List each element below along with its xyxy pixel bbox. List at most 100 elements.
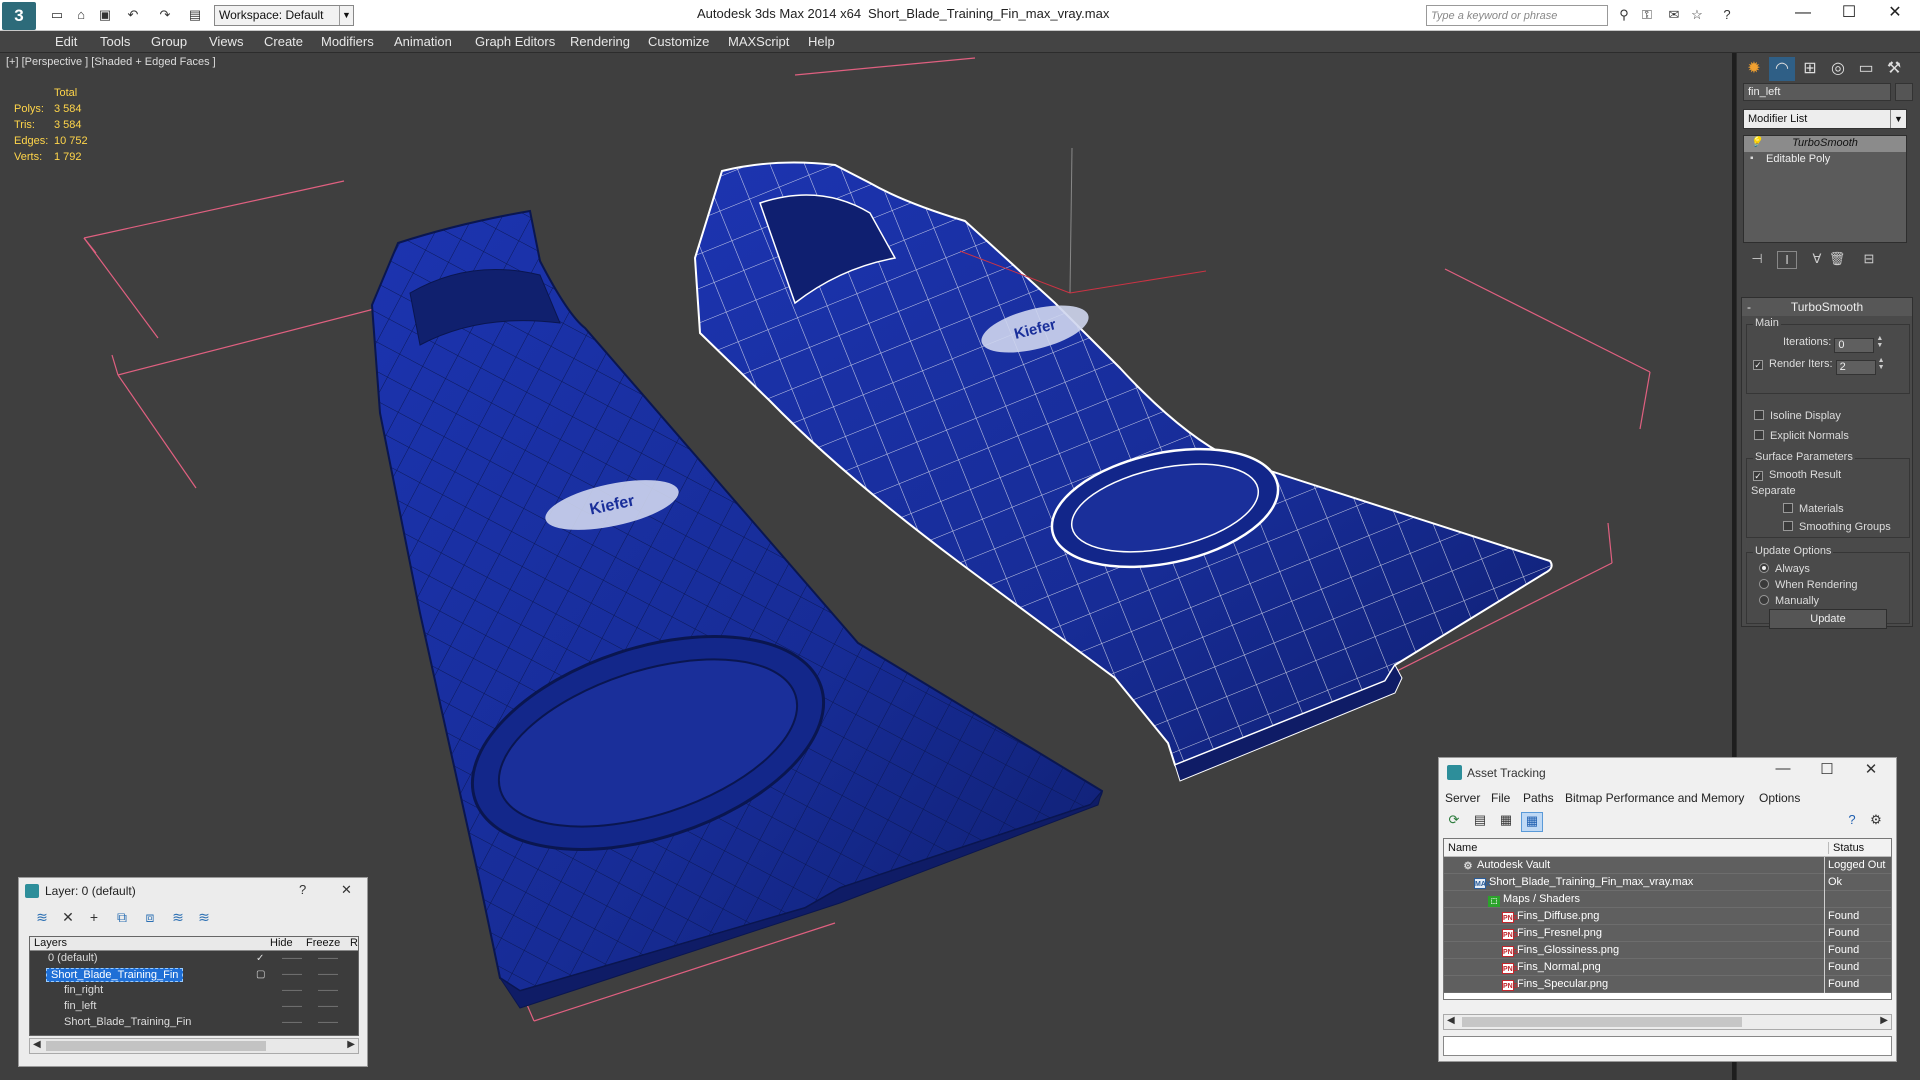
communication-icon[interactable]: ✉ xyxy=(1665,6,1683,24)
menu-customize[interactable]: Customize xyxy=(648,34,709,49)
menu-views[interactable]: Views xyxy=(209,34,243,49)
menu-paths[interactable]: Paths xyxy=(1523,791,1554,805)
highlight-layer-icon[interactable]: ≋ xyxy=(167,909,189,929)
smooth-result-checkbox[interactable]: ✓ xyxy=(1753,471,1763,481)
add-layer-icon[interactable]: + xyxy=(83,909,105,929)
menu-rendering[interactable]: Rendering xyxy=(570,34,630,49)
workspace-dropdown[interactable]: Workspace: Default ▼ xyxy=(214,5,354,26)
menu-options[interactable]: Options xyxy=(1759,791,1800,805)
freeze-toggle[interactable]: —— xyxy=(318,953,338,964)
stack-item-editable-poly[interactable]: ▪ Editable Poly xyxy=(1744,152,1906,168)
menu-group[interactable]: Group xyxy=(151,34,187,49)
asset-row-png[interactable]: PNGFins_Fresnel.png Found xyxy=(1444,925,1891,942)
asset-row-png[interactable]: PNGFins_Normal.png Found xyxy=(1444,959,1891,976)
explicit-normals-checkbox[interactable] xyxy=(1754,430,1764,440)
menu-bitmap-performance[interactable]: Bitmap Performance and Memory xyxy=(1565,791,1744,805)
render-iters-checkbox[interactable]: ✓ xyxy=(1753,360,1763,370)
menu-server[interactable]: Server xyxy=(1445,791,1480,805)
motion-tab-icon[interactable]: ◎ xyxy=(1825,57,1851,81)
refresh-icon[interactable]: ⟳ xyxy=(1443,812,1465,832)
scroll-thumb[interactable] xyxy=(46,1041,266,1051)
scroll-left-icon[interactable]: ◀ xyxy=(33,1039,41,1050)
layer-row[interactable]: Short_Blade_Training_Fin ▢ —— —— xyxy=(30,967,358,983)
project-folder-icon[interactable]: ▤ xyxy=(186,6,204,24)
select-objects-icon[interactable]: ⧈ xyxy=(139,909,161,929)
app-logo-icon[interactable]: 3 xyxy=(2,2,36,30)
manually-radio[interactable] xyxy=(1759,595,1769,605)
new-file-icon[interactable]: ▭ xyxy=(48,6,66,24)
hide-toggle[interactable]: —— xyxy=(282,953,302,964)
scroll-right-icon[interactable]: ▶ xyxy=(1880,1015,1888,1026)
close-icon[interactable]: ✕ xyxy=(1849,760,1893,778)
open-file-icon[interactable]: ⌂ xyxy=(72,6,90,24)
active-box-icon[interactable]: ▢ xyxy=(256,969,265,980)
isoline-checkbox[interactable] xyxy=(1754,410,1764,420)
grid-view-icon[interactable]: ▦ xyxy=(1521,812,1543,832)
scroll-thumb[interactable] xyxy=(1462,1017,1742,1027)
always-radio[interactable] xyxy=(1759,563,1769,573)
asset-row-maps[interactable]: ⬚ Maps / Shaders xyxy=(1444,891,1891,908)
active-check-icon[interactable]: ✓ xyxy=(256,953,264,964)
minimize-icon[interactable]: — xyxy=(1780,0,1826,28)
make-unique-icon[interactable]: ∀ xyxy=(1807,251,1827,269)
modifier-stack[interactable]: 💡 TurboSmooth ▪ Editable Poly xyxy=(1743,135,1907,243)
col-status[interactable]: Status xyxy=(1828,842,1864,854)
freeze-toggle[interactable]: —— xyxy=(318,1001,338,1012)
menu-create[interactable]: Create xyxy=(264,34,303,49)
modifier-list-dropdown[interactable]: Modifier List ▼ xyxy=(1743,109,1907,129)
minimize-icon[interactable]: — xyxy=(1761,760,1805,777)
asset-horizontal-scrollbar[interactable]: ◀ ▶ xyxy=(1443,1014,1892,1030)
help-icon[interactable]: ? xyxy=(1841,812,1863,832)
layer-row[interactable]: fin_right —— —— xyxy=(30,983,358,999)
redo-icon[interactable]: ↷ xyxy=(156,6,174,24)
list-view-icon[interactable]: ▤ xyxy=(1469,812,1491,832)
hide-toggle[interactable]: —— xyxy=(282,985,302,996)
menu-maxscript[interactable]: MAXScript xyxy=(728,34,789,49)
asset-row-png[interactable]: PNGFins_Diffuse.png Found xyxy=(1444,908,1891,925)
col-name[interactable]: Name xyxy=(1448,842,1477,854)
binoculars-icon[interactable]: ⚲ xyxy=(1615,6,1633,24)
materials-checkbox[interactable] xyxy=(1783,503,1793,513)
iterations-spinner[interactable]: 0 xyxy=(1834,338,1875,353)
when-rendering-radio[interactable] xyxy=(1759,579,1769,589)
help-icon[interactable]: ? xyxy=(299,882,306,897)
lightbulb-icon[interactable]: 💡 xyxy=(1750,137,1762,148)
freeze-toggle[interactable]: —— xyxy=(318,985,338,996)
scroll-right-icon[interactable]: ▶ xyxy=(347,1039,355,1050)
layer-row[interactable]: Short_Blade_Training_Fin —— —— xyxy=(30,1015,358,1031)
render-iters-spinner[interactable]: 2 xyxy=(1835,360,1876,375)
hide-toggle[interactable]: —— xyxy=(282,1017,302,1028)
close-icon[interactable]: ✕ xyxy=(341,882,352,898)
menu-tools[interactable]: Tools xyxy=(100,34,130,49)
delete-layer-icon[interactable]: ✕ xyxy=(57,909,79,929)
layer-row[interactable]: 0 (default) ✓ —— —— xyxy=(30,951,358,967)
object-name-field[interactable]: fin_left xyxy=(1743,83,1891,101)
menu-graph-editors[interactable]: Graph Editors xyxy=(475,34,555,49)
update-button[interactable]: Update xyxy=(1769,609,1887,629)
subscription-icon[interactable]: ⚿ xyxy=(1638,6,1656,24)
favorites-star-icon[interactable]: ☆ xyxy=(1688,6,1706,24)
undo-icon[interactable]: ↶ xyxy=(124,6,142,24)
col-layers[interactable]: Layers xyxy=(34,937,67,949)
spinner-arrows-icon[interactable]: ▲ ▼ xyxy=(1876,335,1884,349)
hide-toggle[interactable]: —— xyxy=(282,1001,302,1012)
search-input[interactable] xyxy=(1426,5,1608,26)
asset-row-max[interactable]: MAXShort_Blade_Training_Fin_max_vray.max… xyxy=(1444,874,1891,891)
viewport-label[interactable]: [+] [Perspective ] [Shaded + Edged Faces… xyxy=(6,56,216,68)
maximize-icon[interactable]: ☐ xyxy=(1805,760,1849,778)
help-icon[interactable]: ? xyxy=(1718,6,1736,24)
menu-file[interactable]: File xyxy=(1491,791,1510,805)
scroll-left-icon[interactable]: ◀ xyxy=(1447,1015,1455,1026)
menu-help[interactable]: Help xyxy=(808,34,835,49)
col-render[interactable]: R xyxy=(350,937,358,949)
object-color-swatch[interactable] xyxy=(1895,83,1913,101)
spinner-arrows-icon[interactable]: ▲ ▼ xyxy=(1878,357,1886,371)
layer-horizontal-scrollbar[interactable]: ◀ ▶ xyxy=(29,1038,359,1054)
show-end-result-icon[interactable]: I xyxy=(1777,251,1797,269)
asset-window-titlebar[interactable]: Asset Tracking — ☐ ✕ xyxy=(1439,758,1896,788)
create-tab-icon[interactable]: ✹ xyxy=(1741,57,1767,81)
save-file-icon[interactable]: ▣ xyxy=(96,6,114,24)
add-selection-icon[interactable]: ⧉ xyxy=(111,909,133,929)
maximize-icon[interactable]: ☐ xyxy=(1826,0,1872,28)
help-settings-icon[interactable]: ⚙ xyxy=(1865,812,1887,832)
